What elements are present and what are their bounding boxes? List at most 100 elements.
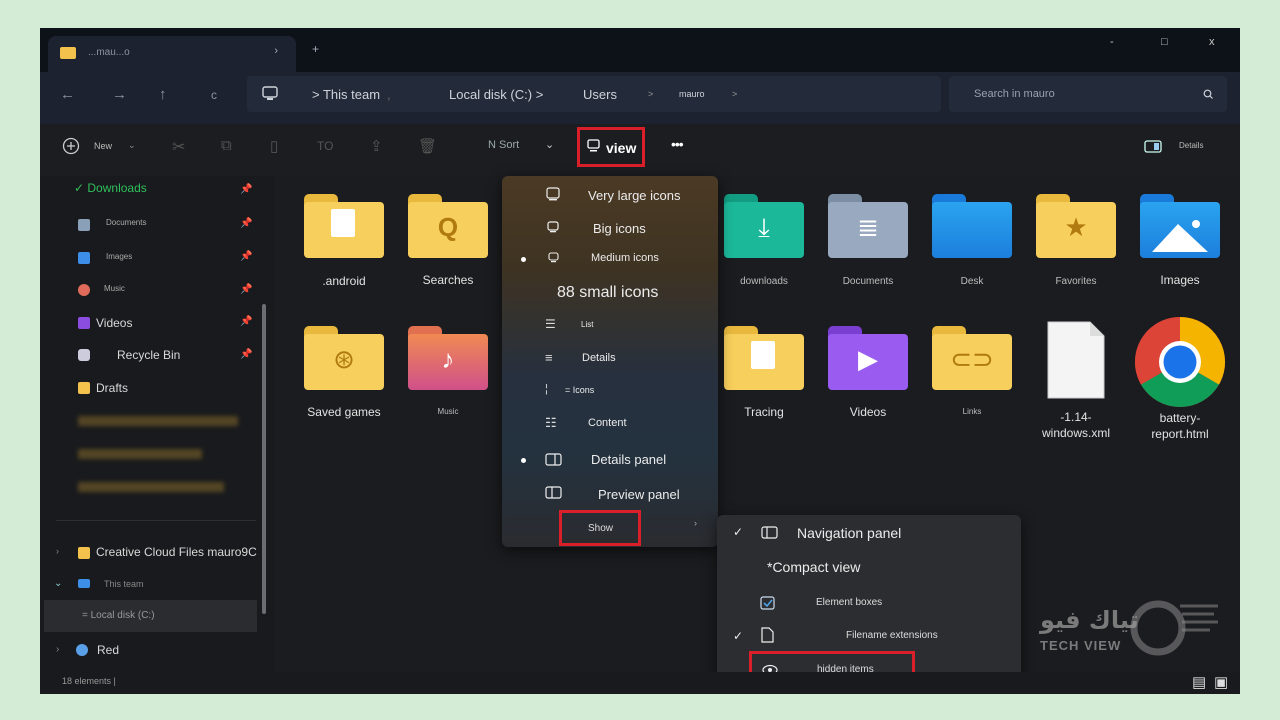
chevron-right-icon[interactable]: ›	[56, 546, 59, 556]
new-tab-button[interactable]: +	[312, 42, 319, 56]
desktop-folder-icon	[932, 194, 1012, 258]
file-item[interactable]: Tracing	[716, 326, 812, 420]
tab-close-icon[interactable]: ›	[274, 45, 278, 57]
menu-item-details[interactable]: Details	[582, 352, 616, 364]
sort-button[interactable]: N Sort	[488, 139, 519, 151]
file-item[interactable]: battery-report.html	[1132, 316, 1228, 442]
chevron-down-icon[interactable]: ⌄	[545, 138, 554, 151]
sidebar-item-this-team[interactable]: This team	[104, 579, 144, 589]
sidebar-item-documents[interactable]: Documents	[106, 218, 146, 227]
up-button[interactable]: ↑	[159, 86, 167, 103]
navigation-panel-icon	[761, 526, 778, 539]
chevron-down-icon[interactable]: ⌄	[128, 140, 136, 151]
details-view-icon[interactable]: ▤	[1192, 673, 1206, 691]
breadcrumb-separator: >	[648, 89, 654, 99]
sidebar-item-creative-cloud[interactable]: Creative Cloud Files mauro9C	[96, 545, 257, 559]
more-options-icon[interactable]: •••	[671, 136, 684, 152]
close-button[interactable]: x	[1209, 36, 1215, 48]
back-button[interactable]: ←	[60, 86, 75, 103]
details-pane-icon[interactable]	[1144, 140, 1162, 153]
file-item[interactable]: ★ Favorites	[1028, 194, 1124, 290]
sidebar-item-downloads[interactable]: ✓ Downloads	[74, 181, 147, 195]
tab-mauro[interactable]: ...mau...o ›	[48, 36, 296, 72]
show-submenu: ✓ Navigation panel *Compact view Element…	[717, 515, 1021, 688]
documents-folder-icon: ≣	[828, 194, 908, 258]
file-item[interactable]: -1.14-windows.xml	[1028, 321, 1124, 441]
blurred-item[interactable]	[78, 449, 202, 459]
forward-button[interactable]: →	[112, 86, 127, 103]
sidebar-item-red[interactable]: Red	[97, 643, 119, 657]
file-item[interactable]: ♪ Music	[400, 326, 496, 420]
breadcrumb-mauro[interactable]: mauro	[679, 89, 705, 99]
submenu-item-element-boxes[interactable]: Element boxes	[816, 597, 882, 608]
menu-item-list[interactable]: List	[581, 320, 593, 329]
menu-item-preview-panel[interactable]: Preview panel	[598, 487, 680, 502]
minimize-button[interactable]: -	[1110, 36, 1114, 48]
chevron-right-icon[interactable]: ›	[56, 644, 59, 655]
file-item[interactable]: Images	[1132, 194, 1228, 288]
file-item[interactable]: .android	[296, 194, 392, 289]
rename-button[interactable]: TO	[317, 139, 333, 153]
new-button[interactable]: New	[94, 141, 112, 151]
content-icon: ☷	[545, 415, 557, 430]
file-item[interactable]: ⊛ Saved games	[296, 326, 392, 420]
breadcrumb-users[interactable]: Users	[583, 87, 617, 102]
sidebar-item-music[interactable]: Music	[104, 284, 125, 293]
recycle-bin-icon	[78, 349, 90, 361]
menu-item-small-icons[interactable]: 88 small icons	[557, 284, 658, 302]
maximize-button[interactable]: □	[1161, 36, 1168, 48]
computer-icon	[262, 86, 278, 100]
chevron-down-icon[interactable]: ⌄	[54, 578, 62, 589]
check-icon: ✓	[733, 525, 744, 539]
file-item[interactable]: Q Searches	[400, 194, 496, 288]
sidebar-scrollbar[interactable]	[262, 304, 266, 614]
images-folder-icon	[1140, 194, 1220, 258]
blurred-item[interactable]	[78, 482, 224, 492]
breadcrumb-separator: >	[732, 89, 738, 99]
file-item[interactable]: ⤓ downloads	[716, 194, 812, 290]
sidebar-item-videos[interactable]: Videos	[96, 316, 132, 330]
file-item[interactable]: Desk	[924, 194, 1020, 290]
paste-icon[interactable]: ▯	[270, 137, 278, 155]
share-icon[interactable]: ⇪	[370, 137, 383, 155]
sidebar-item-images[interactable]: Images	[106, 252, 132, 261]
file-item[interactable]: ▶ Videos	[820, 326, 916, 420]
large-icons-view-icon[interactable]: ▣	[1214, 673, 1228, 691]
breadcrumb-local-disk[interactable]: Local disk (C:) >	[449, 87, 543, 102]
blurred-item[interactable]	[78, 416, 238, 426]
address-bar[interactable]: > This team , Local disk (C:) > Users > …	[247, 76, 941, 112]
tiles-icon: ¦	[545, 383, 548, 395]
file-name: Links	[962, 407, 982, 416]
breadcrumb-this-team[interactable]: > This team	[312, 87, 380, 102]
cut-icon[interactable]: ✂	[172, 137, 185, 157]
search-box[interactable]: Search in mauro	[949, 76, 1227, 112]
music-folder-icon: ♪	[408, 326, 488, 390]
new-icon[interactable]	[62, 137, 80, 155]
videos-icon	[78, 317, 90, 329]
menu-item-show[interactable]: Show	[559, 510, 641, 546]
menu-item-details-panel[interactable]: Details panel	[591, 452, 666, 467]
file-icon	[761, 627, 774, 643]
file-item[interactable]: ≣ Documents	[820, 194, 916, 290]
delete-icon[interactable]: 🗑	[418, 137, 437, 155]
view-button[interactable]: view	[577, 127, 645, 167]
file-name: Desk	[960, 276, 984, 287]
links-folder-icon: ⊂⊃	[932, 326, 1012, 390]
menu-item-very-large-icons[interactable]: Very large icons	[588, 188, 681, 203]
search-input[interactable]: Search in mauro	[974, 88, 1055, 100]
menu-item-icons[interactable]: = Icons	[565, 385, 594, 395]
sidebar-item-recycle-bin[interactable]: Recycle Bin	[117, 348, 180, 362]
submenu-item-compact-view[interactable]: *Compact view	[767, 559, 860, 575]
refresh-button[interactable]: c	[211, 88, 217, 102]
file-item[interactable]: ⊂⊃ Links	[924, 326, 1020, 420]
sidebar-item-local-disk[interactable]: = Local disk (C:)	[44, 600, 257, 632]
monitor-icon	[587, 139, 600, 152]
submenu-item-navigation-panel[interactable]: Navigation panel	[797, 525, 901, 541]
copy-icon[interactable]: ⧉	[221, 137, 232, 154]
submenu-item-filename-extensions[interactable]: Filename extensions	[846, 630, 938, 641]
sidebar-item-drafts[interactable]: Drafts	[96, 381, 128, 395]
menu-item-medium-icons[interactable]: Medium icons	[591, 252, 659, 264]
menu-item-big-icons[interactable]: Big icons	[593, 221, 646, 236]
details-button[interactable]: Details	[1179, 141, 1203, 150]
menu-item-content[interactable]: Content	[588, 417, 627, 429]
